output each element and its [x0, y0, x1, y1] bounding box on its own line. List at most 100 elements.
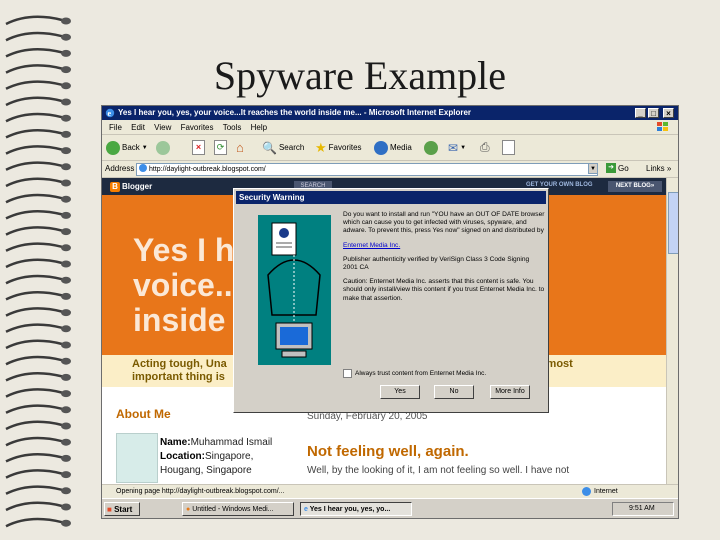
slide: Spyware Example e Yes I hear you, yes, y…: [0, 0, 720, 540]
stop-icon: ×: [192, 140, 205, 155]
more-info-button[interactable]: More Info: [490, 385, 530, 399]
menu-favorites[interactable]: Favorites: [181, 123, 214, 132]
menu-view[interactable]: View: [154, 123, 171, 132]
taskbar-item-media-player[interactable]: ● Untitled - Windows Medi...: [182, 502, 294, 516]
window-titlebar: e Yes I hear you, yes, your voice...It r…: [102, 106, 678, 120]
task-label-1: Yes I hear you, yes, yo...: [309, 506, 391, 513]
links-label: Links: [646, 164, 665, 173]
clock: 9:51 AM: [629, 505, 655, 512]
search-button[interactable]: 🔍 Search: [262, 139, 304, 156]
taskbar: ■ Start ● Untitled - Windows Medi... e Y…: [102, 498, 678, 518]
search-label: Search: [278, 143, 305, 152]
media-label: Media: [390, 143, 412, 152]
address-bar: Address http://daylight-outbreak.blogspo…: [102, 161, 678, 178]
favorites-button[interactable]: ★ Favorites: [315, 139, 362, 156]
window-title: Yes I hear you, yes, your voice...It rea…: [118, 108, 471, 117]
close-button[interactable]: ×: [663, 108, 674, 118]
history-button[interactable]: [424, 139, 438, 156]
star-icon: ★: [315, 139, 327, 155]
vertical-scrollbar[interactable]: [666, 178, 678, 484]
status-text: Opening page http://daylight-outbreak.bl…: [116, 488, 285, 495]
checkbox-box[interactable]: [343, 369, 352, 378]
menu-help[interactable]: Help: [251, 123, 267, 132]
windows-flag-icon: [657, 122, 668, 131]
start-button[interactable]: ■ Start: [104, 502, 140, 516]
scrollbar-thumb[interactable]: [668, 192, 678, 254]
system-tray: 9:51 AM: [612, 502, 674, 516]
dialog-paragraph-3: Caution: Enternet Media Inc. asserts tha…: [343, 278, 545, 302]
certificate-illustration: [258, 215, 331, 365]
description-line-2: important thing is: [132, 371, 225, 383]
address-dropdown[interactable]: ▼: [588, 163, 598, 174]
avatar: [116, 433, 158, 483]
taskbar-item-browser[interactable]: e Yes I hear you, yes, yo...: [300, 502, 412, 516]
next-blog-button[interactable]: NEXT BLOG»: [608, 181, 662, 192]
ie-task-icon: e: [304, 506, 308, 513]
profile-location-2: Hougang, Singapore: [160, 465, 252, 476]
address-input[interactable]: http://daylight-outbreak.blogspot.com/: [136, 163, 598, 176]
minimize-button[interactable]: _: [635, 108, 646, 118]
go-label: Go: [618, 163, 629, 173]
menu-file[interactable]: File: [109, 123, 122, 132]
slide-title: Spyware Example: [213, 53, 507, 98]
menu-bar: File Edit View Favorites Tools Help: [102, 121, 678, 135]
menu-edit[interactable]: Edit: [131, 123, 145, 132]
print-icon: ⎙: [480, 140, 490, 154]
windows-logo-icon: ■: [107, 505, 112, 514]
no-button[interactable]: No: [434, 385, 474, 399]
blogger-b-icon: B: [110, 181, 120, 192]
post-title[interactable]: Not feeling well, again.: [307, 443, 469, 460]
checkbox-label: Always trust content from Enternet Media…: [355, 370, 487, 377]
print-button[interactable]: ⎙: [480, 139, 490, 156]
dialog-paragraph-2: Publisher authenticity verified by VeriS…: [343, 255, 530, 272]
address-label: Address: [105, 164, 135, 173]
blogger-logo-text: Blogger: [122, 182, 153, 191]
yes-button[interactable]: Yes: [380, 385, 420, 399]
back-button[interactable]: Back ▼: [106, 139, 148, 156]
media-icon: [374, 140, 388, 155]
status-bar: Opening page http://daylight-outbreak.bl…: [102, 484, 678, 498]
mail-button[interactable]: ✉ ▼: [448, 139, 466, 156]
links-button[interactable]: Links »: [646, 164, 671, 173]
home-icon: ⌂: [236, 140, 244, 155]
stop-button[interactable]: ×: [192, 139, 205, 156]
refresh-icon: ⟳: [214, 140, 227, 155]
forward-arrow-icon: [156, 140, 170, 155]
location-label: Location:: [160, 451, 205, 462]
maximize-button[interactable]: □: [648, 108, 659, 118]
profile-location: Singapore,: [205, 451, 254, 462]
mail-icon: ✉: [448, 140, 459, 155]
description-line-1: Acting tough, Una: [132, 358, 227, 370]
home-button[interactable]: ⌂: [236, 139, 244, 156]
blogger-logo[interactable]: B Blogger: [106, 180, 156, 193]
edit-button[interactable]: [502, 139, 515, 156]
media-player-icon: ●: [186, 506, 191, 513]
post-body: Well, by the looking of it, I am not fee…: [307, 465, 570, 476]
go-arrow-icon: ➜: [606, 163, 616, 173]
security-zone: Internet: [582, 485, 618, 498]
name-label: Name:: [160, 437, 191, 448]
address-value: http://daylight-outbreak.blogspot.com/: [149, 166, 266, 173]
history-icon: [424, 140, 438, 155]
go-button[interactable]: ➜ Go: [606, 163, 629, 173]
security-warning-dialog: Security Warning Do you want to install …: [233, 188, 549, 413]
certificate-computer-icon: [267, 222, 321, 358]
dialog-title: Security Warning: [236, 191, 546, 204]
about-me-heading: About Me: [116, 407, 171, 421]
dialog-message: Do you want to install and run "YOU have…: [343, 211, 545, 309]
start-label: Start: [114, 505, 133, 514]
forward-button[interactable]: [156, 139, 170, 156]
profile-info: Name:Muhammad Ismail Location:Singapore,…: [160, 436, 272, 478]
menu-tools[interactable]: Tools: [223, 123, 242, 132]
refresh-button[interactable]: ⟳: [214, 139, 227, 156]
back-label: Back: [122, 143, 140, 152]
dialog-paragraph-1: Do you want to install and run "YOU have…: [343, 211, 545, 235]
browser-screenshot: e Yes I hear you, yes, your voice...It r…: [101, 105, 679, 519]
profile-name: Muhammad Ismail: [190, 437, 273, 448]
edit-page-icon: [502, 140, 515, 155]
publisher-link[interactable]: Enternet Media Inc.: [343, 242, 400, 249]
page-icon: [139, 164, 147, 172]
ie-icon: e: [105, 108, 115, 118]
always-trust-checkbox[interactable]: Always trust content from Enternet Media…: [343, 369, 486, 378]
media-button[interactable]: Media: [374, 139, 412, 156]
